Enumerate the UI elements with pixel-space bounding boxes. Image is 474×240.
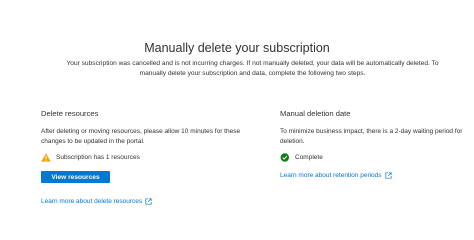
delete-resources-learn-more-link[interactable]: Learn more about delete resources [41,197,241,206]
retention-periods-learn-more-link[interactable]: Learn more about retention periods [280,171,470,180]
delete-resources-title: Delete resources [41,109,99,118]
manual-deletion-date-section: Manual deletion date To minimize busines… [280,109,470,180]
manual-deletion-date-title: Manual deletion date [280,109,351,118]
delete-resources-section: Delete resources After deleting or movin… [41,109,241,206]
page-title: Manually delete your subscription [144,41,330,55]
resources-status-text: Subscription has 1 resources [56,154,140,161]
warning-icon [41,153,51,162]
delete-resources-link-label: Learn more about delete resources [41,198,143,205]
view-resources-button[interactable]: View resources [41,171,110,183]
resources-status: Subscription has 1 resources [41,153,241,162]
deletion-status: Complete [280,153,470,162]
manual-deletion-date-text: To minimize business impact, there is a … [280,128,463,145]
retention-periods-link-label: Learn more about retention periods [280,172,382,179]
external-link-icon [145,198,152,205]
delete-resources-text: After deleting or moving resources, plea… [41,128,241,145]
check-circle-icon [280,153,290,162]
external-link-icon [384,172,392,179]
page-description: Your subscription was cancelled and is n… [66,60,439,77]
deletion-status-text: Complete [295,154,323,161]
